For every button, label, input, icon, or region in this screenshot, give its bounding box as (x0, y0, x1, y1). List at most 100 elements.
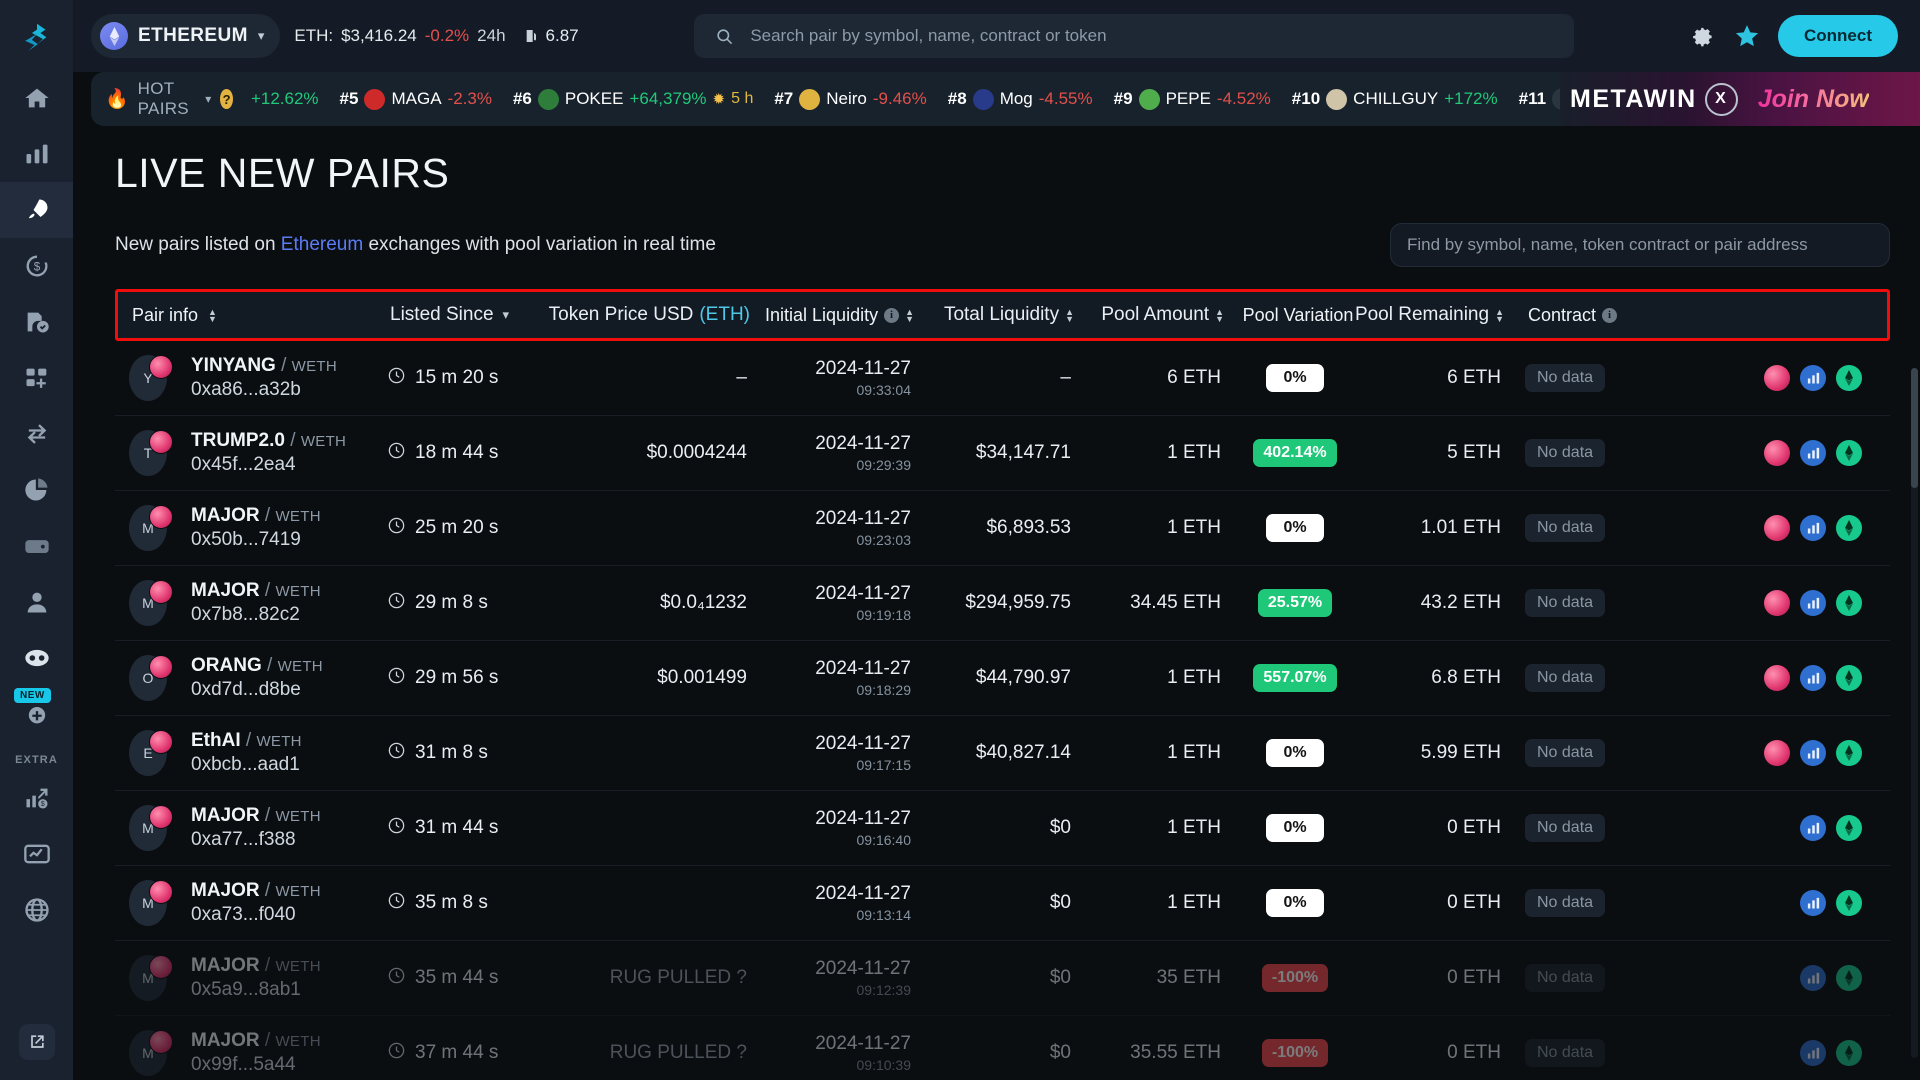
col-initial-liquidity[interactable]: Initial Liquidity i ▲ ▼ (762, 305, 922, 326)
ticker-item[interactable]: #7 Neiro -9.46% (774, 88, 927, 110)
ticker-item[interactable]: #9 PEPE -4.52% (1114, 88, 1271, 110)
scan-icon[interactable] (1836, 815, 1862, 841)
table-row[interactable]: M MAJOR / WETH 0x7b8...82c2 29 m 8 s $0.0₄12… (115, 566, 1890, 641)
scan-icon[interactable] (1836, 440, 1862, 466)
pair-address[interactable]: 0x45f...2ea4 (191, 454, 346, 476)
table-row[interactable]: M MAJOR / WETH 0x50b...7419 25 m 20 s 2024-1… (115, 491, 1890, 566)
scan-icon[interactable] (1836, 665, 1862, 691)
sidebar-item-audit[interactable] (0, 294, 73, 350)
chart-icon[interactable] (1800, 365, 1826, 391)
sidebar-item-profile[interactable] (0, 574, 73, 630)
vertical-scrollbar[interactable] (1911, 368, 1918, 1058)
info-icon[interactable]: i (884, 307, 900, 323)
chart-icon[interactable] (1800, 440, 1826, 466)
table-row[interactable]: M MAJOR / WETH 0xa77...f388 31 m 44 s 2024-1… (115, 791, 1890, 866)
uniswap-icon[interactable] (1764, 590, 1790, 616)
connect-button[interactable]: Connect (1778, 15, 1898, 57)
info-icon[interactable]: i (1602, 307, 1618, 323)
sidebar-item-analytics[interactable] (0, 126, 73, 182)
find-pair-input[interactable] (1407, 235, 1873, 255)
sidebar-item-add-new[interactable]: NEW (0, 686, 73, 742)
cell-pair-info[interactable]: M MAJOR / WETH 0xa73...f040 (129, 880, 387, 926)
col-pool-remaining[interactable]: Pool Remaining ▲ ▼ (1355, 304, 1514, 326)
pair-address[interactable]: 0xa86...a32b (191, 379, 337, 401)
pair-address[interactable]: 0xd7d...d8be (191, 679, 323, 701)
global-search[interactable] (694, 14, 1575, 58)
col-pool-amount[interactable]: Pool Amount ▲ ▼ (1082, 304, 1232, 326)
sort-icon[interactable]: ▲ ▼ (1495, 307, 1504, 323)
cell-pair-info[interactable]: T TRUMP2.0 / WETH 0x45f...2ea4 (129, 430, 387, 476)
col-pair-info[interactable]: Pair info ▲ ▼ (132, 305, 390, 326)
table-row[interactable]: M MAJOR / WETH 0xa73...f040 35 m 8 s 2024-11… (115, 866, 1890, 941)
cell-pair-info[interactable]: Y YINYANG / WETH 0xa86...a32b (129, 355, 387, 401)
sidebar-item-wallet[interactable] (0, 518, 73, 574)
chart-icon[interactable] (1800, 590, 1826, 616)
chevron-down-icon[interactable]: ▾ (503, 307, 510, 323)
pair-address[interactable]: 0xa77...f388 (191, 829, 321, 851)
ticker-item[interactable]: #11??? (1519, 88, 1560, 110)
chart-icon[interactable] (1800, 890, 1826, 916)
settings-button[interactable] (1690, 23, 1716, 49)
hot-pairs-label-group[interactable]: 🔥 HOT PAIRS ▾ ? (105, 79, 233, 119)
col-listed-since[interactable]: Listed Since ▾ (390, 304, 558, 326)
pair-address[interactable]: 0xa73...f040 (191, 904, 321, 926)
table-row[interactable]: M MAJOR / WETH 0x99f...5a44 37 m 44 s RUG PU… (115, 1016, 1890, 1080)
sidebar-item-swap[interactable] (0, 406, 73, 462)
scan-icon[interactable] (1836, 890, 1862, 916)
sidebar-item-bots[interactable] (0, 630, 73, 686)
find-pair-box[interactable] (1390, 223, 1890, 267)
scan-icon[interactable] (1836, 965, 1862, 991)
pair-address[interactable]: 0x5a9...8ab1 (191, 979, 321, 1001)
col-total-liquidity[interactable]: Total Liquidity ▲ ▼ (922, 304, 1082, 326)
sidebar-item-new-pairs[interactable] (0, 182, 73, 238)
pair-address[interactable]: 0x50b...7419 (191, 529, 321, 551)
cell-pair-info[interactable]: M MAJOR / WETH 0x5a9...8ab1 (129, 955, 387, 1001)
ticker-item[interactable]: #8 Mog -4.55% (948, 88, 1093, 110)
search-input[interactable] (750, 26, 1575, 46)
chain-selector[interactable]: ETHEREUM ▾ (91, 14, 281, 58)
chart-icon[interactable] (1800, 740, 1826, 766)
uniswap-icon[interactable] (1764, 440, 1790, 466)
scan-icon[interactable] (1836, 590, 1862, 616)
scan-icon[interactable] (1836, 1040, 1862, 1066)
cell-pair-info[interactable]: M MAJOR / WETH 0x99f...5a44 (129, 1030, 387, 1076)
uniswap-icon[interactable] (1764, 365, 1790, 391)
pair-address[interactable]: 0xbcb...aad1 (191, 754, 302, 776)
sort-icon[interactable]: ▲ ▼ (1065, 307, 1074, 323)
scan-icon[interactable] (1836, 365, 1862, 391)
sidebar-item-live-chart[interactable] (0, 826, 73, 882)
scan-icon[interactable] (1836, 515, 1862, 541)
sidebar-item-token-price[interactable]: $ (0, 238, 73, 294)
cell-pair-info[interactable]: O ORANG / WETH 0xd7d...d8be (129, 655, 387, 701)
table-row[interactable]: Y YINYANG / WETH 0xa86...a32b 15 m 20 s –202… (115, 341, 1890, 416)
sort-icon[interactable]: ▲ ▼ (1215, 307, 1224, 323)
sidebar-item-multichart[interactable] (0, 350, 73, 406)
sidebar-item-home[interactable] (0, 70, 73, 126)
app-logo[interactable] (0, 8, 73, 70)
ticker-item[interactable]: #5 MAGA -2.3% (340, 88, 492, 110)
subtitle-chain-link[interactable]: Ethereum (281, 234, 363, 255)
pair-address[interactable]: 0x99f...5a44 (191, 1054, 321, 1076)
chart-icon[interactable] (1800, 1040, 1826, 1066)
cell-pair-info[interactable]: M MAJOR / WETH 0x7b8...82c2 (129, 580, 387, 626)
sidebar-item-market-cap[interactable]: $ (0, 770, 73, 826)
chart-icon[interactable] (1800, 815, 1826, 841)
pair-address[interactable]: 0x7b8...82c2 (191, 604, 321, 626)
sidebar-item-portfolio[interactable] (0, 462, 73, 518)
favorites-button[interactable] (1734, 23, 1760, 49)
sort-icon[interactable]: ▲ ▼ (208, 307, 217, 323)
ticker-item[interactable]: #10 CHILLGUY +172% (1292, 88, 1498, 110)
uniswap-icon[interactable] (1764, 665, 1790, 691)
table-row[interactable]: O ORANG / WETH 0xd7d...d8be 29 m 56 s $0.001… (115, 641, 1890, 716)
cell-pair-info[interactable]: M MAJOR / WETH 0xa77...f388 (129, 805, 387, 851)
sidebar-expand-button[interactable] (0, 1024, 73, 1060)
table-row[interactable]: M MAJOR / WETH 0x5a9...8ab1 35 m 44 s RUG PU… (115, 941, 1890, 1016)
chart-icon[interactable] (1800, 665, 1826, 691)
join-now-cta[interactable]: Join Now (1758, 85, 1869, 114)
table-row[interactable]: E EthAI / WETH 0xbcb...aad1 31 m 8 s 2024-11… (115, 716, 1890, 791)
chart-icon[interactable] (1800, 965, 1826, 991)
uniswap-icon[interactable] (1764, 740, 1790, 766)
chart-icon[interactable] (1800, 515, 1826, 541)
table-row[interactable]: T TRUMP2.0 / WETH 0x45f...2ea4 18 m 44 s $0.… (115, 416, 1890, 491)
sidebar-item-explorer[interactable] (0, 882, 73, 938)
